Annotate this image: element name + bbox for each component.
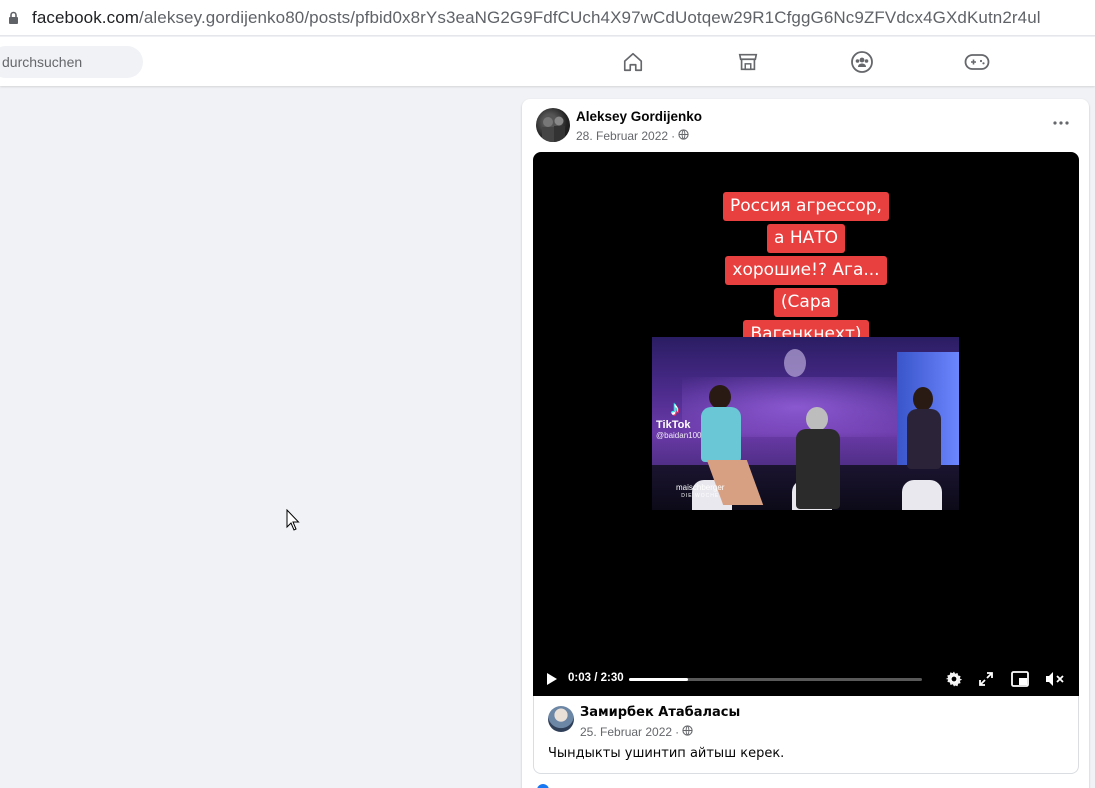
meta-separator: · bbox=[671, 129, 676, 143]
facebook-topbar bbox=[0, 37, 1095, 86]
fullscreen-icon[interactable] bbox=[975, 662, 997, 696]
home-icon[interactable] bbox=[620, 49, 646, 75]
play-icon[interactable] bbox=[543, 662, 561, 696]
tiktok-brand: TikTok bbox=[656, 419, 691, 431]
video-controls: 0:03 / 2:30 bbox=[533, 662, 1079, 696]
author-avatar[interactable] bbox=[536, 108, 570, 142]
mouse-cursor-icon bbox=[286, 508, 300, 531]
show-logo-subtitle: DIE WOCHE bbox=[681, 493, 720, 499]
tiktok-handle: @baidan100 bbox=[656, 431, 702, 440]
mute-icon[interactable] bbox=[1043, 662, 1067, 696]
shared-author[interactable]: Замирбек Атабаласы bbox=[580, 705, 740, 720]
gaming-icon[interactable] bbox=[964, 49, 990, 75]
shared-date[interactable]: 25. Februar 2022 bbox=[580, 725, 672, 739]
search-input[interactable] bbox=[0, 46, 143, 78]
caption-line: (Сара bbox=[773, 288, 839, 317]
progress-bar[interactable] bbox=[629, 678, 922, 681]
marketplace-icon[interactable] bbox=[735, 49, 761, 75]
caption-line: Россия агрессор, bbox=[723, 192, 889, 221]
caption-line: хорошие!? Ага... bbox=[725, 256, 887, 285]
person-right bbox=[904, 387, 944, 510]
person-center bbox=[792, 407, 842, 510]
tiktok-watermark: ♪ TikTok @baidan100 bbox=[656, 399, 702, 441]
settings-icon[interactable] bbox=[943, 662, 965, 696]
video-frame: ♪ TikTok @baidan100 maischberger DIE WOC… bbox=[652, 337, 959, 510]
groups-icon[interactable] bbox=[849, 49, 875, 75]
caption-line: а НАТО bbox=[767, 224, 845, 253]
meta-separator: · bbox=[675, 725, 680, 739]
url-domain: facebook.com bbox=[32, 7, 140, 27]
browser-address-bar[interactable]: facebook.com/aleksey.gordijenko80/posts/… bbox=[0, 0, 1095, 36]
shared-meta: 25. Februar 2022 · bbox=[580, 725, 693, 739]
tiktok-icon: ♪ bbox=[670, 398, 680, 420]
post-card: Aleksey Gordijenko 28. Februar 2022 · Ро… bbox=[522, 99, 1089, 788]
url-text[interactable]: facebook.com/aleksey.gordijenko80/posts/… bbox=[32, 8, 1041, 28]
url-path: /aleksey.gordijenko80/posts/pfbid0x8rYs3… bbox=[139, 7, 1041, 27]
post-author[interactable]: Aleksey Gordijenko bbox=[576, 109, 702, 124]
lock-icon bbox=[6, 9, 20, 27]
globe-icon bbox=[682, 725, 693, 739]
more-options-icon[interactable] bbox=[1049, 113, 1073, 133]
video-time: 0:03 / 2:30 bbox=[568, 672, 624, 684]
show-logo: maischberger DIE WOCHE bbox=[676, 484, 724, 500]
progress-fill bbox=[629, 678, 688, 681]
video-player[interactable]: Россия агрессор, а НАТО хорошие!? Ага...… bbox=[533, 152, 1079, 696]
globe-icon bbox=[678, 129, 689, 143]
video-caption: Россия агрессор, а НАТО хорошие!? Ага...… bbox=[533, 189, 1079, 349]
background-screen-face bbox=[784, 349, 806, 377]
shared-post-text: Чындыкты ушинтип айтыш керек. bbox=[548, 746, 785, 761]
post-date[interactable]: 28. Februar 2022 bbox=[576, 129, 668, 143]
picture-in-picture-icon[interactable] bbox=[1009, 662, 1031, 696]
shared-post-info: Замирбек Атабаласы 25. Februar 2022 · Чы… bbox=[533, 696, 1079, 774]
post-meta: 28. Februar 2022 · bbox=[576, 129, 689, 143]
shared-author-avatar[interactable] bbox=[548, 706, 574, 732]
show-logo-title: maischberger bbox=[676, 483, 725, 492]
